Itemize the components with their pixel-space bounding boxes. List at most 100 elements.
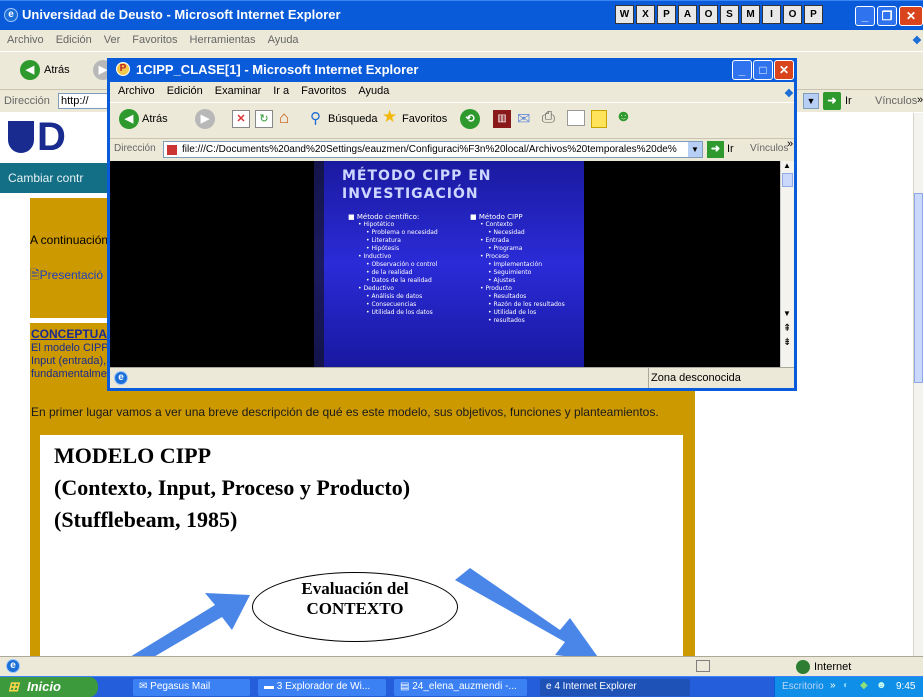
office-icon[interactable]: O [783, 5, 802, 24]
menu-favoritos[interactable]: Favoritos [132, 34, 177, 46]
popup-minimize-button[interactable]: _ [732, 60, 752, 80]
search-icon[interactable]: ⚲ [310, 109, 321, 127]
publisher-icon[interactable]: P [804, 5, 823, 24]
history-icon[interactable]: ⟲ [460, 109, 480, 129]
scroll-up-icon[interactable]: ▲ [783, 161, 791, 170]
document-icon: 🖹 [30, 268, 40, 282]
next-slide-icon[interactable]: ⇟ [783, 337, 791, 348]
main-title-bar[interactable]: e Universidad de Deusto - Microsoft Inte… [0, 0, 923, 30]
popup-menu-archivo[interactable]: Archivo [118, 85, 155, 97]
popup-address-bar: Dirección file:///C:/Documents%20and%20S… [110, 138, 794, 160]
popup-close-button[interactable]: ✕ [774, 60, 794, 80]
prev-slide-icon[interactable]: ⇞ [783, 323, 791, 334]
popup-windows-logo-icon: ❖ [784, 88, 794, 100]
popup-address-dropdown-icon[interactable]: ▼ [688, 142, 702, 157]
mail-icon[interactable]: ✉ [517, 109, 530, 129]
popup-links-label[interactable]: Vínculos [750, 143, 788, 154]
mail-icon[interactable]: M [741, 5, 760, 24]
figure-title-3: (Stufflebeam, 1985) [54, 507, 238, 532]
outlook-icon[interactable]: O [699, 5, 718, 24]
slide-left-item: • de la realidad [366, 269, 413, 276]
slide-left-item: • Utilidad de los datos [366, 309, 433, 316]
task-internet-explorer[interactable]: e 4 Internet Explorer [540, 679, 690, 696]
powerpoint-icon[interactable]: P [657, 5, 676, 24]
chevron-right-icon[interactable]: » [830, 680, 836, 691]
popup-menu-ayuda[interactable]: Ayuda [358, 85, 389, 97]
popup-status-page-icon: e [114, 371, 128, 385]
slide-right-item: • Contexto [480, 221, 513, 228]
desktop-label[interactable]: Escritorio [782, 681, 824, 692]
popup-back-label[interactable]: Atrás [142, 113, 168, 125]
back-arrow-icon[interactable]: ◀ [20, 60, 40, 80]
task-document[interactable]: ▤ 24_elena_auzmendi -... [394, 679, 527, 696]
main-status-zone: Internet [814, 661, 852, 673]
main-scroll-thumb[interactable] [914, 193, 923, 383]
home-icon[interactable]: ⌂ [279, 108, 289, 128]
restore-button[interactable]: ❐ [877, 6, 897, 26]
clock: 9:45 [896, 681, 916, 692]
search-label[interactable]: Búsqueda [328, 113, 378, 125]
popup-maximize-button[interactable]: □ [753, 60, 773, 80]
popup-scroll-thumb[interactable] [782, 173, 793, 187]
task-explorer[interactable]: ▬ 3 Explorador de Wi... [258, 679, 386, 696]
popup-chevron-icon[interactable]: » [787, 138, 793, 150]
menu-ayuda[interactable]: Ayuda [268, 34, 299, 46]
research-icon[interactable]: ▥ [493, 110, 511, 128]
menu-ver[interactable]: Ver [104, 34, 121, 46]
word-icon[interactable]: W [615, 5, 634, 24]
main-window-title: Universidad de Deusto - Microsoft Intern… [22, 7, 341, 22]
cipp-figure: MODELO CIPP (Contexto, Input, Proceso y … [40, 435, 683, 658]
menu-herramientas[interactable]: Herramientas [190, 34, 256, 46]
menu-archivo[interactable]: Archivo [7, 34, 44, 46]
minimize-button[interactable]: _ [855, 6, 875, 26]
popup-title-bar[interactable]: P 1CIPP_CLASE[1] - Microsoft Internet Ex… [110, 58, 794, 82]
messenger-icon[interactable]: ☻ [615, 108, 632, 126]
back-label[interactable]: Atrás [44, 64, 70, 76]
popup-scrollbar[interactable]: ▲ ▼ ⇞ ⇟ [780, 161, 794, 367]
popup-menu-favoritos[interactable]: Favoritos [301, 85, 346, 97]
popup-menu-examinar[interactable]: Examinar [215, 85, 261, 97]
popup-forward-arrow-icon[interactable]: ▶ [195, 109, 215, 129]
menu-edicion[interactable]: Edición [56, 34, 92, 46]
nav-link-cambiar[interactable]: Cambiar contr [8, 171, 83, 185]
presentation-link[interactable]: 🖹Presentació [30, 266, 103, 287]
start-button[interactable]: ⊞ Inicio [0, 677, 98, 697]
go-label[interactable]: Ir [845, 95, 852, 107]
start-label: Inicio [27, 679, 61, 694]
slide-left-item: • Datos de la realidad [366, 277, 432, 284]
search-doc-icon[interactable]: S [720, 5, 739, 24]
address-input[interactable]: http:// [58, 93, 108, 109]
favorites-star-icon[interactable]: ★ [382, 107, 397, 127]
popup-address-input[interactable]: file:///C:/Documents%20and%20Settings/ea… [163, 141, 703, 158]
links-label[interactable]: Vínculos [875, 95, 917, 107]
access-icon[interactable]: A [678, 5, 697, 24]
task-pegasus-mail[interactable]: ✉ Pegasus Mail [133, 679, 250, 696]
print-icon[interactable]: ⎙ [542, 109, 555, 127]
popup-menu-edicion[interactable]: Edición [167, 85, 203, 97]
main-scrollbar[interactable] [913, 113, 923, 658]
close-button[interactable]: ✕ [899, 6, 923, 26]
notes-icon[interactable] [591, 110, 607, 128]
popup-go-arrow-icon[interactable]: ➜ [707, 141, 724, 158]
edit-icon[interactable] [567, 110, 585, 126]
popup-back-arrow-icon[interactable]: ◀ [119, 109, 139, 129]
popup-window[interactable]: P 1CIPP_CLASE[1] - Microsoft Internet Ex… [107, 58, 797, 391]
slide-right-item: • Razón de los resultados [488, 301, 565, 308]
info-icon[interactable]: I [762, 5, 781, 24]
refresh-icon[interactable]: ↻ [255, 110, 273, 128]
slide-left-item: • Hipotético [358, 221, 395, 228]
favorites-label[interactable]: Favoritos [402, 113, 447, 125]
chevron-right-icon[interactable]: » [917, 94, 923, 106]
go-arrow-icon[interactable]: ➜ [823, 92, 841, 110]
popup-go-label[interactable]: Ir [727, 143, 734, 155]
slide-left-item: • Inductivo [358, 253, 392, 260]
stop-icon[interactable]: ✕ [232, 110, 250, 128]
address-dropdown-icon[interactable]: ▼ [803, 93, 819, 109]
ellipse-label-1: Evaluación del [301, 579, 409, 598]
excel-icon[interactable]: X [636, 5, 655, 24]
ie-icon: e [4, 8, 18, 22]
slide-viewport: MÉTODO CIPP EN INVESTIGACIÓN ■ Método ci… [110, 161, 788, 367]
mail-icon: ✉ [139, 681, 151, 692]
scroll-down-icon[interactable]: ▼ [783, 309, 791, 318]
popup-menu-ira[interactable]: Ir a [273, 85, 289, 97]
